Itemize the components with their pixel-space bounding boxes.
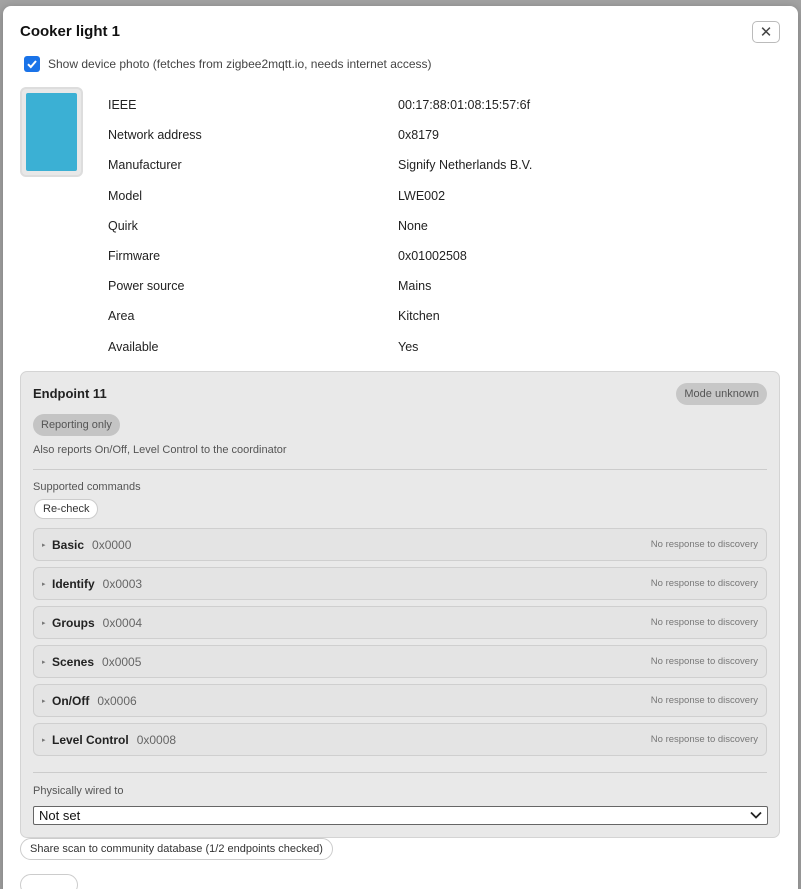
info-row: Quirk None (108, 211, 708, 241)
cluster-list: ▸ Basic 0x0000 No response to discovery ▸ Ide… (33, 528, 767, 762)
info-value: Yes (398, 339, 419, 354)
info-key: IEEE (108, 98, 137, 113)
check-icon (27, 60, 37, 69)
info-row: Power source Mains (108, 271, 708, 301)
cluster-name: Level Control (52, 732, 129, 747)
info-row: Model LWE002 (108, 181, 708, 211)
cluster-row[interactable]: ▸ Groups 0x0004 No response to discovery (33, 606, 767, 639)
expand-triangle-icon: ▸ (42, 619, 46, 627)
info-key: Available (108, 339, 159, 354)
info-value: Mains (398, 279, 432, 294)
show-photo-label: Show device photo (fetches from zigbee2m… (48, 57, 432, 71)
info-key: Quirk (108, 218, 138, 233)
close-icon: ✕ (759, 24, 773, 41)
cluster-row[interactable]: ▸ Scenes 0x0005 No response to discovery (33, 645, 767, 678)
partial-button[interactable] (20, 874, 78, 889)
cluster-name: Scenes (52, 654, 95, 669)
info-key: Firmware (108, 249, 161, 264)
info-key: Power source (108, 279, 185, 294)
endpoint-title: Endpoint 11 (33, 386, 107, 401)
cluster-status: No response to discovery (650, 539, 758, 550)
cluster-code: 0x0005 (102, 654, 142, 669)
info-value: LWE002 (398, 188, 446, 203)
info-row: Manufacturer Signify Netherlands B.V. (108, 150, 708, 180)
reporting-badge: Reporting only (33, 414, 120, 436)
cluster-row[interactable]: ▸ On/Off 0x0006 No response to discovery (33, 684, 767, 717)
close-button[interactable]: ✕ (752, 21, 780, 43)
show-photo-checkbox[interactable] (24, 56, 40, 72)
info-row: IEEE 00:17:88:01:08:15:57:6f (108, 90, 708, 120)
wired-to-value: Not set (39, 808, 81, 823)
dialog-title: Cooker light 1 (20, 23, 121, 40)
info-key: Area (108, 309, 135, 324)
device-photo-image (26, 93, 77, 171)
info-value: 0x01002508 (398, 249, 467, 264)
cluster-status: No response to discovery (650, 734, 758, 745)
cluster-row[interactable]: ▸ Basic 0x0000 No response to discovery (33, 528, 767, 561)
cluster-code: 0x0006 (97, 693, 137, 708)
cluster-status: No response to discovery (650, 695, 758, 706)
info-row: Available Yes (108, 332, 708, 362)
wired-to-label: Physically wired to (33, 785, 124, 797)
share-scan-button[interactable]: Share scan to community database (1/2 en… (20, 838, 333, 860)
info-key: Network address (108, 128, 202, 143)
cluster-code: 0x0003 (102, 576, 143, 591)
cluster-status: No response to discovery (650, 656, 758, 667)
cluster-name: On/Off (52, 693, 90, 708)
cluster-code: 0x0008 (136, 732, 177, 747)
cluster-name: Groups (52, 615, 95, 630)
cluster-status: No response to discovery (650, 617, 758, 628)
expand-triangle-icon: ▸ (42, 736, 46, 744)
cluster-row[interactable]: ▸ Identify 0x0003 No response to discovery (33, 567, 767, 600)
info-value: 0x8179 (398, 128, 440, 143)
device-dialog: Cooker light 1 ✕ Show device photo (fetc… (3, 6, 798, 889)
cluster-name: Identify (52, 576, 95, 591)
info-value: Signify Netherlands B.V. (398, 158, 533, 173)
info-row: Firmware 0x01002508 (108, 241, 708, 271)
expand-triangle-icon: ▸ (42, 541, 46, 549)
cluster-status: No response to discovery (650, 578, 758, 589)
divider (33, 469, 767, 470)
info-row: Network address 0x8179 (108, 120, 708, 150)
cluster-code: 0x0000 (92, 537, 132, 552)
divider (33, 772, 767, 773)
show-photo-option[interactable]: Show device photo (fetches from zigbee2m… (24, 56, 432, 72)
chevron-down-icon (750, 810, 762, 822)
info-value: 00:17:88:01:08:15:57:6f (398, 98, 531, 113)
info-key: Manufacturer (108, 158, 182, 173)
supported-commands-label: Supported commands (33, 481, 141, 493)
expand-triangle-icon: ▸ (42, 697, 46, 705)
expand-triangle-icon: ▸ (42, 580, 46, 588)
info-key: Model (108, 188, 143, 203)
cluster-name: Basic (52, 537, 85, 552)
reports-text: Also reports On/Off, Level Control to th… (33, 444, 287, 456)
expand-triangle-icon: ▸ (42, 658, 46, 666)
wired-to-select[interactable]: Not set (33, 806, 768, 825)
cluster-row[interactable]: ▸ Level Control 0x0008 No response to disco… (33, 723, 767, 756)
info-value: Kitchen (398, 309, 440, 324)
endpoint-card: Endpoint 11 Mode unknown Reporting only … (20, 371, 780, 838)
cluster-code: 0x0004 (102, 615, 143, 630)
recheck-button[interactable]: Re-check (34, 499, 99, 519)
device-photo (20, 87, 83, 177)
info-row: Area Kitchen (108, 301, 708, 331)
mode-badge: Mode unknown (676, 383, 767, 405)
info-value: None (398, 218, 428, 233)
device-info-table: IEEE 00:17:88:01:08:15:57:6f Network addre… (108, 90, 708, 362)
